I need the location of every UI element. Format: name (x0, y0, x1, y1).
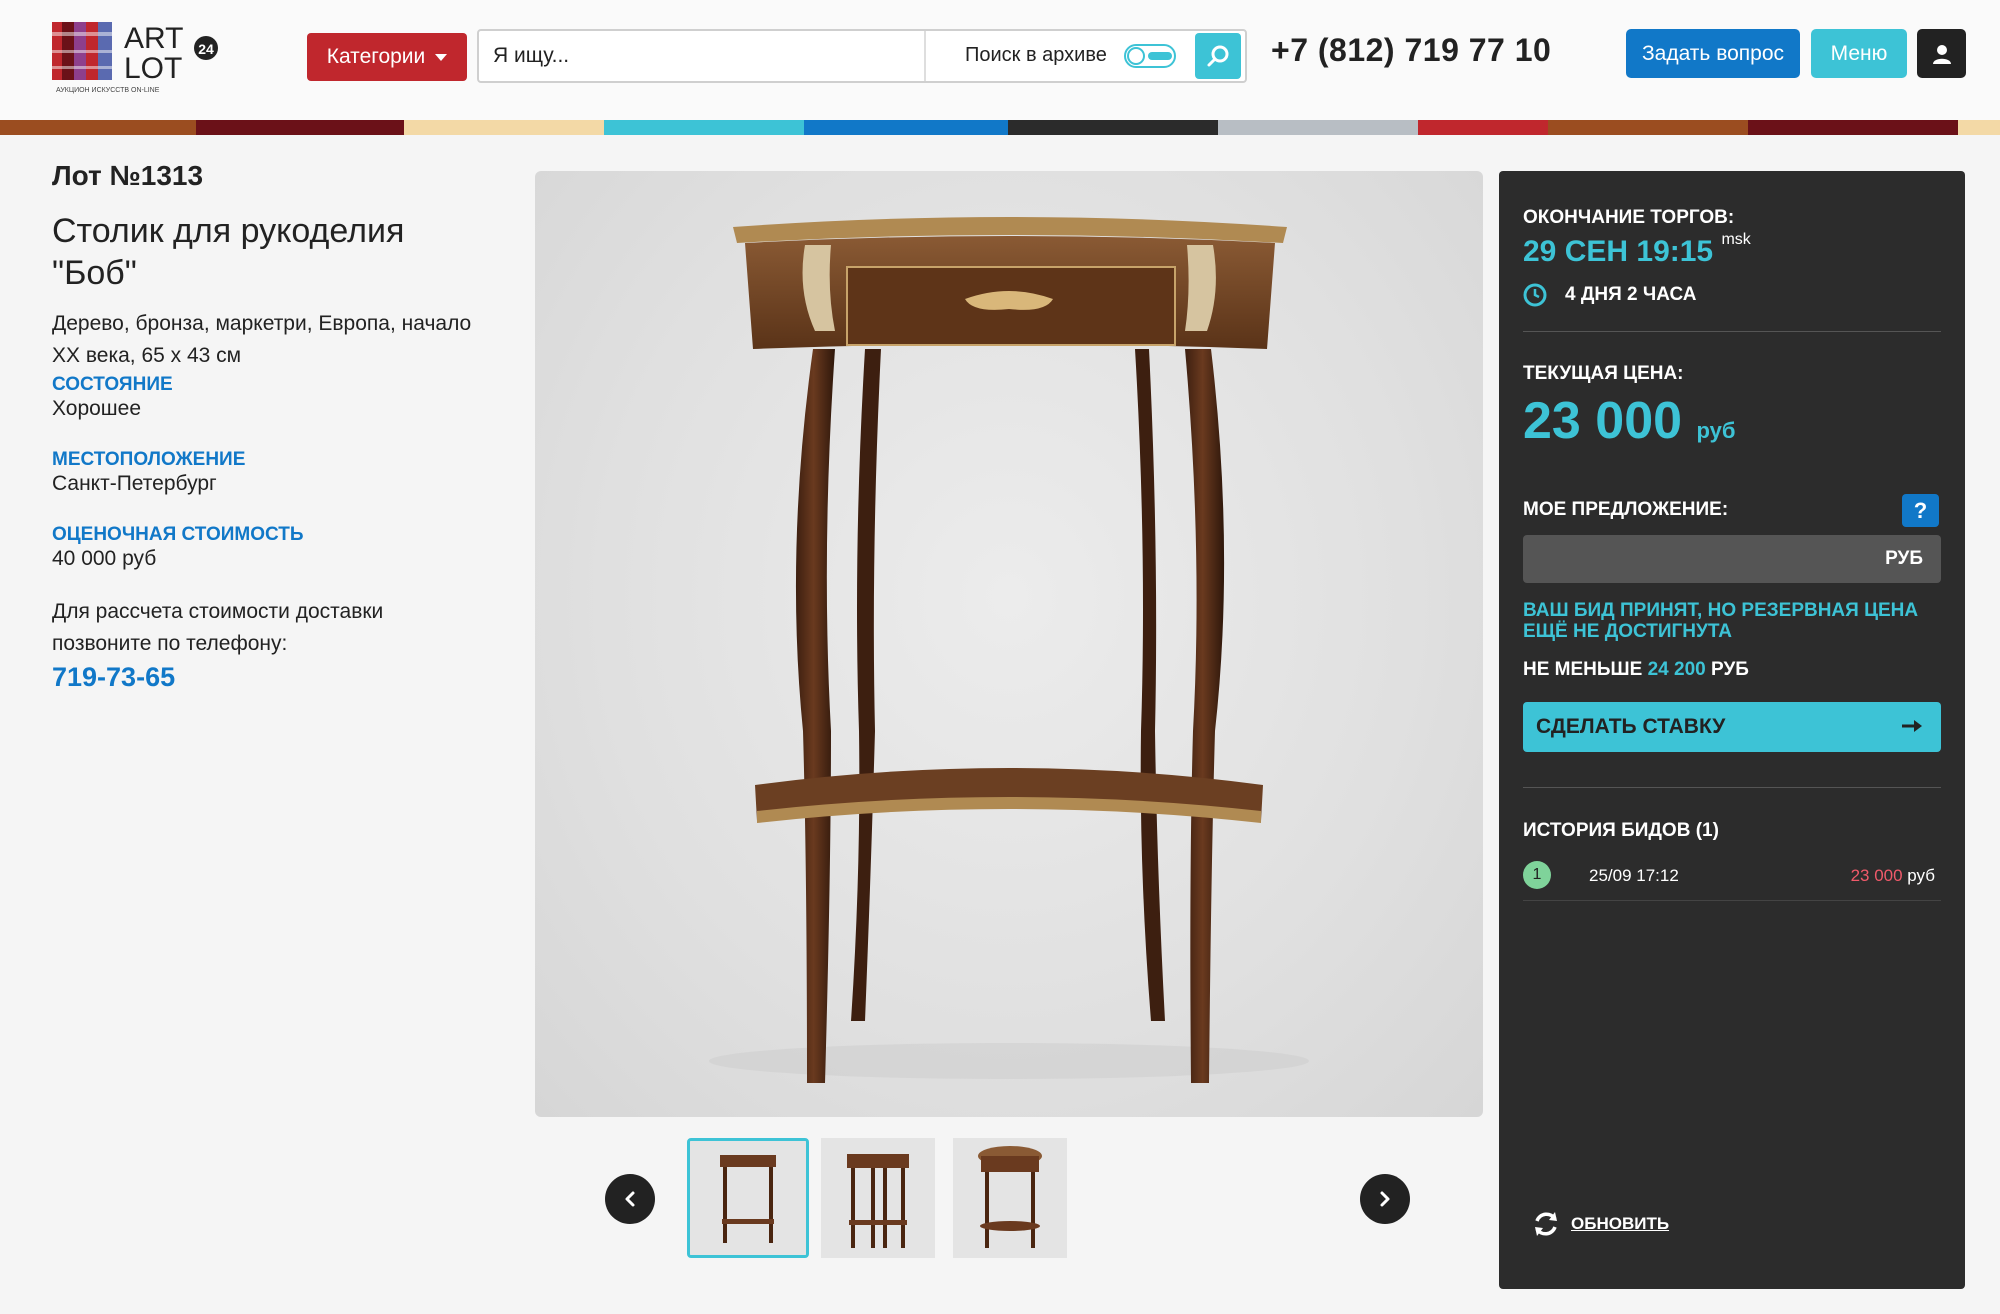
divider (1523, 331, 1941, 332)
thumbnail-strip (605, 1138, 1410, 1258)
toggle-knob (1127, 47, 1145, 65)
bid-index: 1 (1523, 861, 1551, 889)
condition-label: СОСТОЯНИЕ (52, 374, 173, 395)
refresh-icon (1535, 1212, 1557, 1236)
caret-down-icon (435, 53, 448, 61)
lot-description: Дерево, бронза, маркетри, Европа, начало… (52, 312, 472, 367)
divider (1523, 787, 1941, 788)
chevron-right-icon (1380, 1191, 1390, 1207)
estimate-value: 40 000 руб (52, 547, 157, 570)
refresh-label: ОБНОВИТЬ (1571, 1214, 1670, 1233)
stripe-segment (1418, 120, 1548, 135)
stripe-segment (1008, 120, 1218, 135)
bid-history-label: ИСТОРИЯ БИДОВ (1) (1523, 820, 1719, 841)
logo-badge-text: 24 (198, 41, 214, 57)
place-bid-label: СДЕЛАТЬ СТАВКУ (1536, 715, 1726, 738)
bid-currency-label: РУБ (1885, 548, 1923, 569)
end-label: ОКОНЧАНИЕ ТОРГОВ: (1523, 207, 1735, 228)
delivery-text: Для рассчета стоимости доставки позвонит… (52, 600, 384, 655)
archive-search-label: Поиск в архиве (965, 44, 1107, 66)
site-header: ART LOT 24 АУКЦИОН ИСКУССТВ ON-LINE Кате… (0, 0, 2000, 120)
prev-image-button[interactable] (605, 1174, 655, 1224)
stripe-segment (604, 120, 804, 135)
location-value: Санкт-Петербург (52, 472, 217, 495)
end-timezone: msk (1721, 231, 1751, 248)
my-offer-label: МОЕ ПРЕДЛОЖЕНИЕ: (1523, 499, 1729, 520)
current-price-currency: руб (1696, 418, 1736, 443)
sewing-table-image (709, 217, 1309, 1083)
location-label: МЕСТОПОЛОЖЕНИЕ (52, 449, 246, 470)
thumbnail-3[interactable] (953, 1138, 1067, 1258)
logo-art-text: ART (124, 22, 183, 55)
logo-lot-text: LOT (124, 52, 182, 85)
min-bid-amount: 24 200 (1647, 659, 1706, 680)
menu-button[interactable]: Меню (1811, 29, 1907, 78)
stripe-segment (1548, 120, 1748, 135)
categories-button[interactable]: Категории (307, 33, 467, 81)
search-divider (924, 31, 926, 81)
current-price-label: ТЕКУЩАЯ ЦЕНА: (1523, 363, 1684, 384)
archive-search-toggle[interactable] (1124, 44, 1176, 68)
arrow-right-icon (1902, 720, 1922, 732)
min-bid: НЕ МЕНЬШЕ 24 200 РУБ (1523, 659, 1749, 681)
lot-info: Лот №1313 Столик для рукоделия "Боб" Дер… (52, 160, 482, 693)
delivery-phone[interactable]: 719-73-65 (52, 662, 482, 693)
end-date-value: 29 СЕН 19:15 (1523, 235, 1714, 268)
bid-amount: 23 000 руб (1851, 866, 1935, 886)
thumbnail-2[interactable] (821, 1138, 935, 1258)
current-price: 23 000 руб (1523, 391, 1735, 451)
clock-icon (1523, 283, 1547, 307)
thumbnail-table-top (953, 1138, 1067, 1258)
bid-amount-input[interactable]: РУБ (1523, 535, 1941, 583)
lot-main-photo[interactable] (535, 171, 1483, 1117)
thumbnail-table-side (821, 1138, 935, 1258)
site-logo[interactable]: ART LOT 24 АУКЦИОН ИСКУССТВ ON-LINE (48, 18, 228, 96)
bid-amount-value: 23 000 (1850, 866, 1903, 885)
ask-question-button[interactable]: Задать вопрос (1626, 29, 1800, 78)
condition-value: Хорошее (52, 397, 142, 420)
estimate-label: ОЦЕНОЧНАЯ СТОИМОСТЬ (52, 524, 304, 545)
search-button[interactable] (1195, 33, 1241, 79)
min-bid-suffix: РУБ (1711, 659, 1749, 680)
bid-date: 25/09 17:12 (1589, 866, 1679, 885)
logo-tagline: АУКЦИОН ИСКУССТВ ON-LINE (56, 87, 160, 94)
thumbnail-1[interactable] (687, 1138, 809, 1258)
stripe-segment (1218, 120, 1418, 135)
lot-title: Столик для рукоделия "Боб" (52, 212, 405, 292)
divider (1523, 900, 1941, 901)
next-image-button[interactable] (1360, 1174, 1410, 1224)
end-date: 29 СЕН 19:15 msk (1523, 231, 1751, 269)
refresh-button[interactable]: ОБНОВИТЬ (1531, 1209, 1669, 1239)
stripe-segment (0, 120, 196, 135)
current-price-value: 23 000 (1523, 392, 1683, 450)
stripe-segment (404, 120, 604, 135)
place-bid-button[interactable]: СДЕЛАТЬ СТАВКУ (1523, 702, 1941, 752)
chevron-left-icon (625, 1191, 635, 1207)
search-input[interactable] (479, 31, 924, 81)
user-icon (1932, 44, 1951, 64)
lot-number: Лот №1313 (52, 160, 204, 191)
stripe-segment (196, 120, 404, 135)
thumbnail-table-front (690, 1141, 806, 1255)
search-bar: Поиск в архиве (477, 29, 1247, 83)
color-stripe (0, 120, 2000, 135)
toggle-track (1148, 52, 1172, 60)
stripe-segment (804, 120, 1008, 135)
help-button[interactable]: ? (1902, 494, 1939, 527)
bid-amount-currency: руб (1907, 866, 1935, 885)
stripe-segment (1748, 120, 1958, 135)
reserve-warning: ВАШ БИД ПРИНЯТ, НО РЕЗЕРВНАЯ ЦЕНА ЕЩЁ НЕ… (1523, 600, 1919, 642)
time-remaining: 4 ДНЯ 2 ЧАСА (1565, 284, 1697, 305)
categories-label: Категории (326, 45, 426, 68)
auction-panel: ОКОНЧАНИЕ ТОРГОВ: 29 СЕН 19:15 msk 4 ДНЯ… (1499, 171, 1965, 1289)
header-phone[interactable]: +7 (812) 719 77 10 (1271, 32, 1551, 69)
min-bid-prefix: НЕ МЕНЬШЕ (1523, 659, 1643, 680)
logo-graphic: ART LOT 24 АУКЦИОН ИСКУССТВ ON-LINE (48, 22, 218, 94)
search-icon (1207, 45, 1229, 67)
stripe-segment (1958, 120, 2000, 135)
bid-history-row: 1 25/09 17:12 23 000 руб (1523, 861, 1941, 891)
user-account-button[interactable] (1917, 29, 1966, 78)
